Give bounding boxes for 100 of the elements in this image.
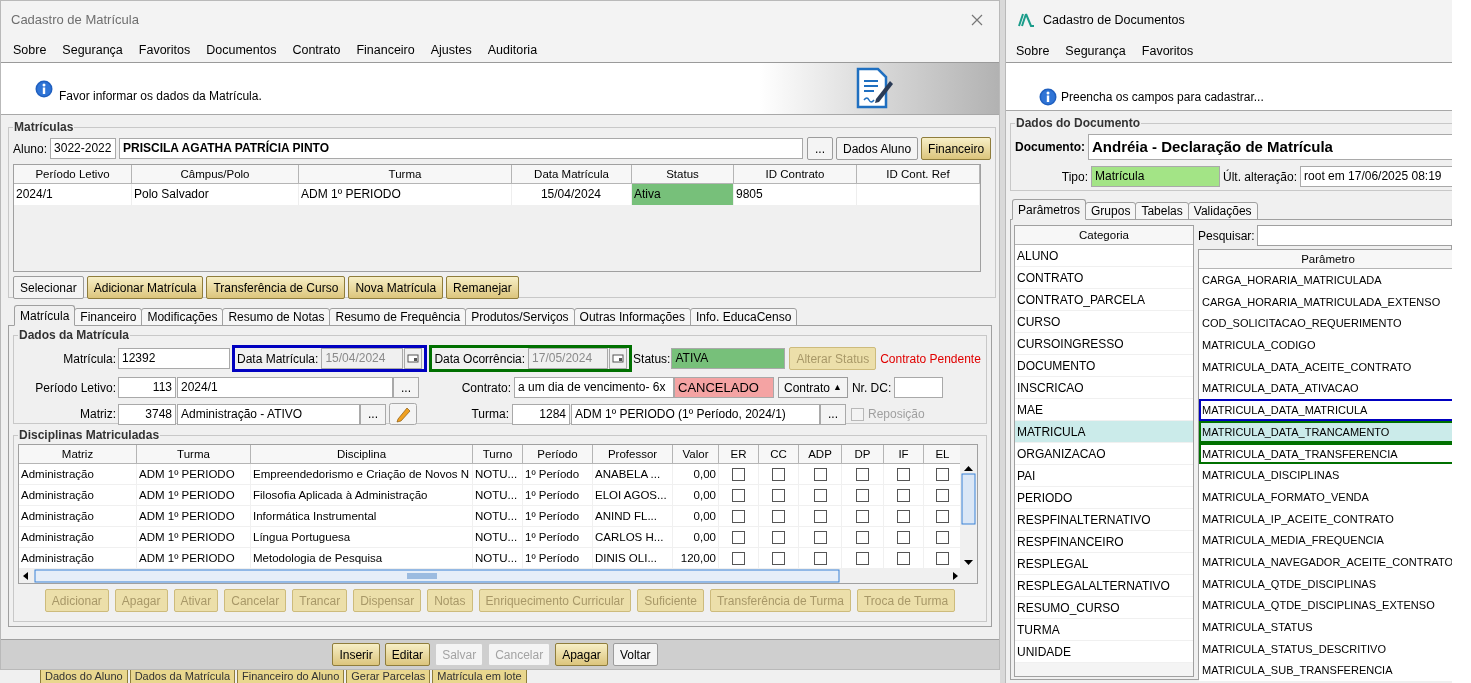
checkbox[interactable] xyxy=(813,551,827,565)
column-header[interactable]: Parâmetro xyxy=(1199,250,1452,269)
column-header[interactable]: ER xyxy=(719,445,759,464)
action-button[interactable]: Remanejar xyxy=(446,276,519,299)
list-item[interactable]: MATRICULA_DATA_TRANSFERENCIA xyxy=(1199,442,1452,465)
list-item[interactable]: ORGANIZACAO xyxy=(1015,443,1193,465)
text-field[interactable]: 12392 xyxy=(118,348,230,369)
action-button[interactable]: Voltar xyxy=(612,643,658,666)
code-field[interactable]: 3022-2022 xyxy=(50,138,117,159)
status-field[interactable]: ATIVA xyxy=(671,348,786,369)
column-header[interactable]: Turma xyxy=(299,165,512,184)
column-header[interactable]: Matriz xyxy=(19,445,137,464)
tab[interactable]: Grupos xyxy=(1085,202,1137,220)
checkbox[interactable] xyxy=(732,467,745,481)
column-header[interactable]: EL xyxy=(924,445,960,464)
menu-item[interactable]: Sobre xyxy=(1016,41,1050,61)
checkbox[interactable] xyxy=(936,488,949,502)
list-item[interactable]: CONTRATO_PARCELA xyxy=(1015,289,1193,311)
menu-item[interactable]: Ajustes xyxy=(430,41,472,60)
status-field[interactable]: CANCELADO xyxy=(674,377,774,398)
action-button[interactable]: Apagar xyxy=(555,643,608,666)
menu-item[interactable]: Favoritos xyxy=(1141,41,1194,61)
checkbox[interactable] xyxy=(856,530,869,544)
action-button[interactable]: Dados Aluno xyxy=(836,137,919,160)
list-item[interactable]: PAI xyxy=(1015,465,1193,487)
column-header[interactable]: Câmpus/Polo xyxy=(132,165,299,184)
list-item[interactable]: MATRICULA_DATA_TRANCAMENTO xyxy=(1199,420,1452,443)
tab[interactable]: Validações xyxy=(1187,202,1258,220)
menu-item[interactable]: Contrato xyxy=(292,41,341,60)
tab[interactable]: Info. EducaCenso xyxy=(689,308,798,326)
menu-item[interactable]: Favoritos xyxy=(138,41,191,60)
checkbox[interactable] xyxy=(772,530,785,544)
list-item[interactable]: CURSO xyxy=(1015,311,1193,333)
column-header[interactable]: ID Contrato xyxy=(734,165,857,184)
text-field[interactable]: ADM 1º PERIODO (1º Período, 2024/1) xyxy=(571,403,820,425)
column-header[interactable]: CC xyxy=(759,445,799,464)
checkbox[interactable] xyxy=(936,509,949,523)
tab[interactable]: Resumo de Frequência xyxy=(329,308,467,326)
menu-item[interactable]: Sobre xyxy=(13,41,47,60)
menu-item[interactable]: Documentos xyxy=(206,41,277,60)
checkbox[interactable] xyxy=(856,551,869,565)
list-item[interactable]: INSCRICAO xyxy=(1015,377,1193,399)
menu-item[interactable]: Segurança xyxy=(1065,41,1126,61)
checkbox[interactable] xyxy=(813,467,827,481)
background-button[interactable]: Financeiro do Aluno xyxy=(237,670,345,683)
action-button[interactable]: Editar xyxy=(384,643,431,666)
checkbox[interactable] xyxy=(732,509,745,523)
menu-item[interactable]: Auditoria xyxy=(487,41,538,60)
checkbox[interactable] xyxy=(856,488,869,502)
list-item[interactable]: MATRICULA xyxy=(1015,421,1193,443)
column-header[interactable]: Data Matrícula xyxy=(512,165,632,184)
checkbox[interactable] xyxy=(897,467,910,481)
tab[interactable]: Parâmetros xyxy=(1012,199,1087,220)
checkbox[interactable] xyxy=(772,509,785,523)
type-field[interactable]: Matrícula xyxy=(1091,166,1220,187)
name-field[interactable]: Andréia - Declaração de Matrícula xyxy=(1088,134,1452,160)
list-item[interactable]: RESPLEGALALTERNATIVO xyxy=(1015,575,1193,597)
column-header[interactable]: ID Cont. Ref xyxy=(857,165,980,184)
column-header[interactable]: Período Letivo xyxy=(14,165,132,184)
action-button[interactable]: Inserir xyxy=(332,643,380,666)
list-item[interactable]: PERIODO xyxy=(1015,487,1193,509)
list-item[interactable]: MATRICULA_DATA_MATRICULA xyxy=(1199,399,1452,421)
column-header[interactable]: Professor xyxy=(593,445,673,464)
list-item[interactable]: CURSOINGRESSO xyxy=(1015,333,1193,355)
list-item[interactable]: ALUNO xyxy=(1015,245,1193,267)
checkbox[interactable] xyxy=(772,467,785,481)
column-header[interactable]: Status xyxy=(632,165,734,184)
column-header[interactable]: Turma xyxy=(137,445,251,464)
list-item[interactable]: RESPFINALTERNATIVO xyxy=(1015,509,1193,531)
checkbox[interactable] xyxy=(856,509,869,523)
checkbox[interactable] xyxy=(732,530,745,544)
list-item[interactable]: DOCUMENTO xyxy=(1015,355,1193,377)
checkbox[interactable] xyxy=(936,467,949,481)
column-header[interactable]: Valor xyxy=(673,445,719,464)
column-header[interactable]: Disciplina xyxy=(251,445,473,464)
list-item[interactable]: UNIDADE xyxy=(1015,641,1193,663)
checkbox[interactable] xyxy=(772,551,785,565)
action-button[interactable]: Financeiro xyxy=(921,137,992,160)
date-field[interactable]: root em 17/06/2025 08:19 xyxy=(1300,166,1452,187)
list-item[interactable]: MAE xyxy=(1015,399,1193,421)
checkbox[interactable] xyxy=(732,551,745,565)
list-item[interactable]: RESUMO_CURSO xyxy=(1015,597,1193,619)
tab[interactable]: Matrícula xyxy=(14,305,76,326)
checkbox[interactable] xyxy=(936,551,949,565)
search-field[interactable] xyxy=(1256,225,1452,246)
column-header[interactable]: IF xyxy=(884,445,924,464)
lookup-button[interactable]: ... xyxy=(820,403,846,425)
action-button[interactable]: Transferência de Curso xyxy=(206,276,346,299)
checkbox[interactable] xyxy=(897,488,910,502)
dropdown-button[interactable]: Contrato ▲ xyxy=(778,377,848,398)
action-button[interactable]: Selecionar xyxy=(13,276,84,299)
list-item[interactable]: CONTRATO xyxy=(1015,267,1193,289)
code-field[interactable]: 3748 xyxy=(118,403,176,425)
checkbox[interactable] xyxy=(813,509,827,523)
checkbox[interactable] xyxy=(732,488,745,502)
action-button[interactable]: Adicionar Matrícula xyxy=(86,276,204,299)
tab[interactable]: Resumo de Notas xyxy=(222,308,331,326)
lookup-button[interactable]: ... xyxy=(393,377,419,398)
checkbox[interactable] xyxy=(856,467,869,481)
tab[interactable]: Financeiro xyxy=(74,308,143,326)
